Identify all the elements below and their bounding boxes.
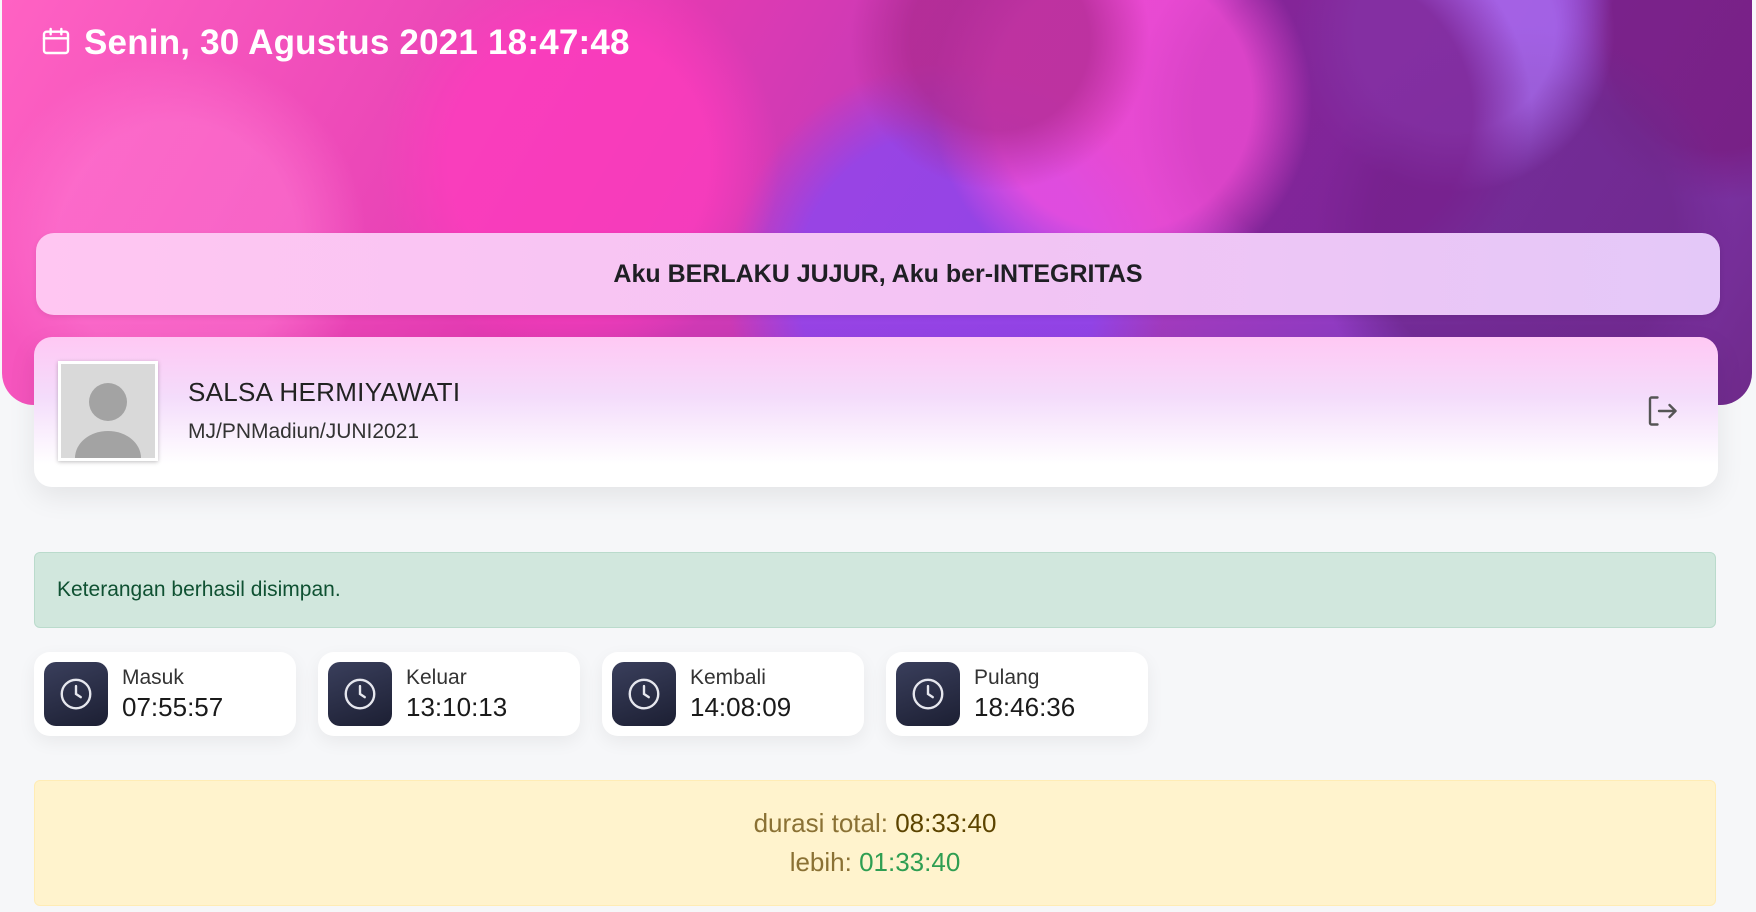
- time-card-pulang: Pulang 18:46:36: [886, 652, 1148, 736]
- clock-icon: [896, 662, 960, 726]
- user-name: SALSA HERMIYAWATI: [188, 377, 461, 407]
- calendar-icon: [40, 25, 72, 61]
- time-label: Kembali: [690, 666, 766, 689]
- time-label: Pulang: [974, 666, 1040, 689]
- clock-icon: [328, 662, 392, 726]
- overtime-line: lebih: 01:33:40: [790, 847, 961, 878]
- time-value: 07:55:57: [122, 692, 224, 722]
- current-datetime: Senin, 30 Agustus 2021 18:47:48: [84, 23, 630, 62]
- time-value: 18:46:36: [974, 692, 1076, 722]
- duration-summary: durasi total: 08:33:40 lebih: 01:33:40: [34, 780, 1716, 906]
- time-card-keluar: Keluar 13:10:13: [318, 652, 580, 736]
- slogan-banner: Aku BERLAKU JUJUR, Aku ber-INTEGRITAS: [36, 233, 1720, 315]
- total-duration-value: 08:33:40: [895, 808, 997, 838]
- total-duration-line: durasi total: 08:33:40: [754, 808, 997, 839]
- success-alert: Keterangan berhasil disimpan.: [34, 552, 1716, 628]
- logout-icon[interactable]: [1644, 393, 1680, 429]
- time-card-masuk: Masuk 07:55:57: [34, 652, 296, 736]
- date-header: Senin, 30 Agustus 2021 18:47:48: [40, 20, 630, 66]
- profile-card: SALSA HERMIYAWATI MJ/PNMadiun/JUNI2021: [34, 337, 1718, 487]
- avatar: [58, 361, 158, 461]
- clock-icon: [612, 662, 676, 726]
- overtime-label: lebih:: [789, 847, 852, 877]
- overtime-value: 01:33:40: [859, 847, 961, 877]
- time-label: Masuk: [122, 666, 184, 689]
- time-card-kembali: Kembali 14:08:09: [602, 652, 864, 736]
- time-value: 13:10:13: [406, 692, 508, 722]
- clock-icon: [44, 662, 108, 726]
- time-value: 14:08:09: [690, 692, 792, 722]
- total-duration-label: durasi total:: [753, 808, 888, 838]
- user-id: MJ/PNMadiun/JUNI2021: [188, 420, 420, 443]
- attendance-times: Masuk 07:55:57 Keluar 13:10:13 Kembali 1…: [34, 652, 1148, 736]
- time-label: Keluar: [406, 666, 467, 689]
